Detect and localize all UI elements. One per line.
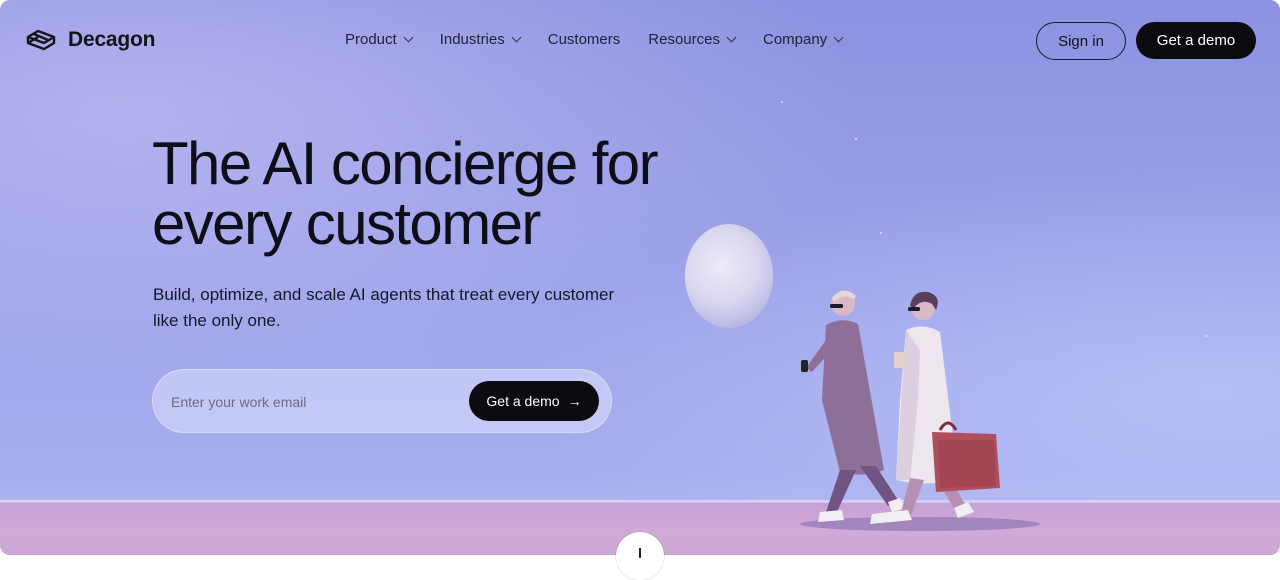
star [781,101,783,103]
nav-item-company[interactable]: Company [762,31,844,48]
work-email-input[interactable] [169,389,453,415]
star [880,232,882,234]
hero-subtext: Build, optimize, and scale AI agents tha… [153,285,615,330]
people-walking-illustration [800,290,1040,531]
nav-item-label: Product [345,31,397,48]
brand-name: Decagon [68,28,156,51]
star [855,138,857,140]
brand-logo[interactable]: Decagon [24,27,155,53]
hero-get-demo-button[interactable]: Get a demo → [469,381,599,421]
star [1205,335,1207,337]
chevron-down-icon [833,32,844,43]
email-signup-form: Get a demo → [152,369,612,433]
main-menu: Product Industries Customers Resources C… [345,31,870,48]
arrow-right-icon: → [567,393,582,409]
nav-item-label: Company [762,31,828,48]
hero-cta-label: Get a demo [486,393,560,409]
nav-item-customers[interactable]: Customers [548,31,621,48]
scroll-down-button[interactable] [616,532,664,580]
nav-item-product[interactable]: Product [345,31,414,48]
decagon-logo-icon [26,29,56,51]
chevron-down-icon [403,32,414,43]
hero-headline: The AI concierge for every customer [152,130,659,257]
chevron-down-icon [511,32,522,43]
sign-in-button[interactable]: Sign in [1036,22,1126,60]
chevron-down-icon [726,32,737,43]
nav-item-industries[interactable]: Industries [439,31,522,48]
headline-line-1: The AI concierge for [152,130,659,197]
nav-item-label: Resources [648,31,720,48]
nav-item-label: Customers [547,31,621,48]
nav-item-label: Industries [439,31,505,48]
nav-item-resources[interactable]: Resources [648,31,737,48]
top-nav: Decagon Product Industries Customers Res… [0,0,1280,80]
headline-line-2: every customer [152,190,541,257]
hero-frame [0,0,1280,555]
get-demo-button[interactable]: Get a demo [1136,22,1256,59]
